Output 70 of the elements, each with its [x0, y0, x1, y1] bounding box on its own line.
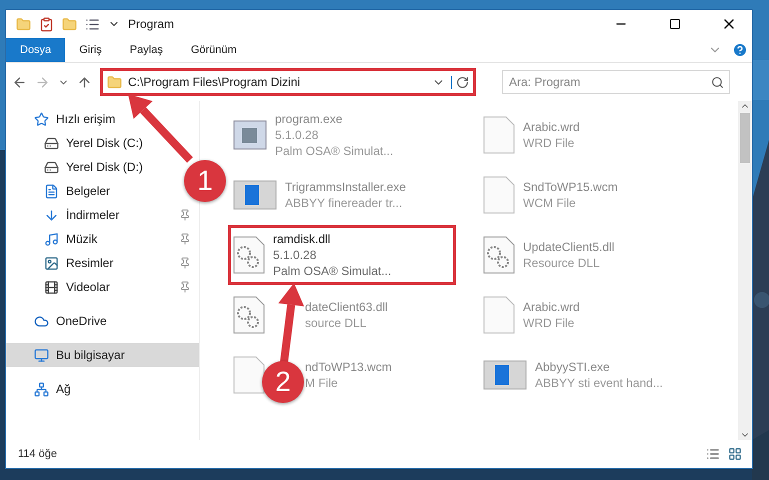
details-view-icon[interactable] — [706, 447, 720, 461]
search-field[interactable]: Ara: Program — [502, 70, 730, 94]
file-detail: WRD File — [523, 316, 576, 330]
scrollbar[interactable] — [738, 101, 752, 440]
ribbon-tab[interactable]: Giriş — [65, 38, 116, 62]
drive-icon — [44, 160, 59, 174]
window-title: Program — [128, 17, 176, 31]
sidebar-item[interactable]: Yerel Disk (C:) — [6, 131, 151, 155]
file-name[interactable]: ramdisk.dll — [273, 232, 392, 246]
scroll-thumb[interactable] — [740, 113, 750, 163]
sidebar-item[interactable]: Müzik — [6, 227, 199, 251]
gear-file-icon — [483, 236, 515, 274]
sidebar-item[interactable]: Hızlı erişim — [6, 107, 124, 131]
file-detail: Palm OSA® Simulat... — [275, 144, 394, 158]
blank-file-icon — [483, 176, 515, 214]
gear-file-icon — [233, 236, 265, 274]
maximize-icon — [669, 18, 681, 30]
blank-file-icon — [233, 356, 265, 394]
back-icon[interactable] — [12, 74, 27, 90]
large-icons-view-icon[interactable] — [728, 447, 742, 461]
installer-window-icon — [233, 180, 277, 210]
checklist-icon[interactable] — [39, 16, 54, 32]
pin-icon[interactable] — [179, 209, 191, 221]
picture-icon — [44, 256, 59, 270]
address-field[interactable]: C:\Program Files\Program Dizini — [100, 68, 476, 96]
sidebar-item[interactable]: İndirmeler — [6, 203, 199, 227]
film-icon — [44, 280, 59, 294]
file-detail: Palm OSA® Simulat... — [273, 264, 392, 278]
ribbon-tab[interactable]: Dosya — [6, 38, 66, 62]
cloud-icon — [34, 314, 49, 328]
file-detail: M File — [305, 376, 339, 390]
file-detail: ABBYY sti event hand... — [535, 376, 663, 390]
music-note-icon — [44, 232, 59, 246]
sidebar-item[interactable]: Ağ — [6, 377, 79, 401]
file-detail: source DLL — [305, 316, 368, 330]
help-icon[interactable] — [732, 42, 748, 58]
pin-icon[interactable] — [179, 233, 191, 245]
file-detail: 5.1.0.28 — [275, 128, 320, 142]
folder-icon — [107, 74, 122, 90]
ribbon-tab[interactable]: Paylaş — [116, 38, 177, 62]
file-detail: ABBYY finereader tr... — [285, 196, 404, 210]
gear-file-icon — [233, 296, 265, 334]
ribbon-tab[interactable]: Görünüm — [176, 38, 251, 62]
file-detail: Resource DLL — [523, 256, 601, 270]
download-icon — [44, 208, 59, 222]
sidebar-item[interactable]: Yerel Disk (D:) — [6, 155, 151, 179]
file-detail: WRD File — [523, 136, 576, 150]
sidebar-item[interactable]: OneDrive — [6, 309, 115, 333]
pin-icon[interactable] — [179, 257, 191, 269]
sidebar-item[interactable]: Resimler — [6, 251, 199, 275]
sidebar-item[interactable]: Videolar — [6, 275, 199, 299]
sidebar-item[interactable]: Bu bilgisayar — [6, 343, 199, 367]
blank-file-icon — [483, 296, 515, 334]
drive-icon — [44, 136, 59, 150]
pin-icon[interactable] — [179, 281, 191, 293]
document-icon — [44, 184, 59, 198]
search-icon[interactable] — [711, 76, 724, 88]
installer-window-icon — [483, 360, 527, 390]
blank-file-icon — [483, 116, 515, 154]
refresh-icon[interactable] — [451, 76, 469, 88]
item-count: 114 öğe — [18, 448, 57, 460]
up-icon[interactable] — [77, 74, 92, 90]
properties-icon[interactable] — [85, 16, 100, 32]
monitor-icon — [34, 348, 49, 362]
file-detail: WCM File — [523, 196, 577, 210]
file-detail: 5.1.0.28 — [273, 248, 318, 262]
program-window-icon — [233, 118, 267, 152]
network-icon — [34, 382, 49, 396]
star-icon — [34, 112, 49, 126]
sidebar-item[interactable]: Belgeler — [6, 179, 118, 203]
